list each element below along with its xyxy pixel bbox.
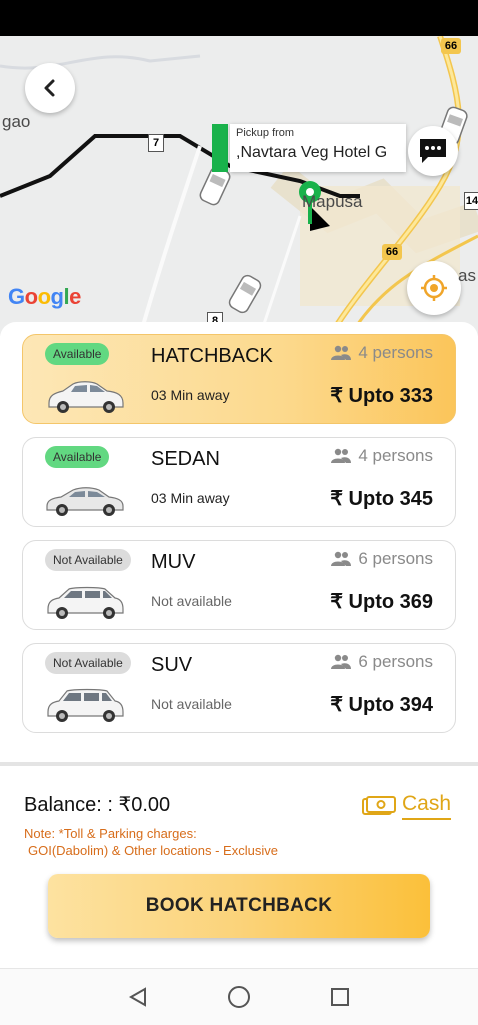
pickup-location-label[interactable]: Pickup from ,Navtara Veg Hotel G bbox=[230, 124, 406, 172]
people-icon bbox=[331, 551, 352, 566]
pickup-address: ,Navtara Veg Hotel G bbox=[236, 144, 388, 161]
price-label: ₹ Upto 369 bbox=[330, 591, 433, 613]
status-badge: Available bbox=[45, 343, 110, 365]
pickup-pin-flag bbox=[212, 124, 228, 172]
price-label: ₹ Upto 345 bbox=[330, 488, 433, 510]
car-option-muv[interactable]: Not Available MUV 6 persons Not availabl… bbox=[22, 540, 456, 630]
note-line-2: GOI(Dabolim) & Other locations - Exclusi… bbox=[28, 843, 278, 858]
back-arrow-icon bbox=[44, 79, 55, 97]
road-shield-7: 7 bbox=[148, 134, 164, 152]
persons-capacity: 6 persons bbox=[330, 549, 433, 569]
nav-recents-button[interactable] bbox=[326, 983, 354, 1011]
persons-label: 6 persons bbox=[358, 549, 433, 568]
eta-label: Not available bbox=[151, 696, 232, 712]
payment-method-cash[interactable]: Cash bbox=[362, 792, 452, 820]
nav-back-button[interactable] bbox=[124, 983, 152, 1011]
triangle-back-icon bbox=[128, 987, 146, 1007]
road-shield-66-top: 66 bbox=[441, 38, 461, 54]
map-place-right: as bbox=[458, 266, 476, 285]
square-recents-icon bbox=[331, 988, 349, 1006]
people-icon bbox=[331, 345, 352, 360]
car-type-name: HATCHBACK bbox=[151, 345, 273, 367]
note-line-1: Note: *Toll & Parking charges: bbox=[24, 826, 197, 841]
eta-label: 03 Min away bbox=[151, 490, 230, 506]
price-label: ₹ Upto 333 bbox=[330, 385, 433, 407]
my-location-icon bbox=[421, 275, 447, 301]
car-option-hatchback[interactable]: Available HATCHBACK 4 persons 03 Min awa… bbox=[22, 334, 456, 424]
persons-capacity: 4 persons bbox=[330, 446, 433, 466]
chat-button[interactable] bbox=[408, 126, 458, 176]
people-icon bbox=[331, 448, 352, 463]
status-bar bbox=[0, 0, 478, 36]
cash-icon bbox=[362, 796, 396, 815]
eta-label: 03 Min away bbox=[151, 387, 230, 403]
status-badge: Not Available bbox=[45, 652, 131, 674]
cash-label: Cash bbox=[402, 792, 452, 820]
my-location-button[interactable] bbox=[407, 261, 461, 315]
persons-label: 6 persons bbox=[358, 652, 433, 671]
road-shield-66-mid: 66 bbox=[382, 244, 402, 260]
persons-label: 4 persons bbox=[358, 446, 433, 465]
car-type-name: SEDAN bbox=[151, 448, 220, 470]
charges-note: Note: *Toll & Parking charges: GOI(Dabol… bbox=[24, 825, 278, 859]
suv-car-icon bbox=[47, 688, 124, 722]
status-badge: Not Available bbox=[45, 549, 131, 571]
system-nav-bar bbox=[0, 968, 478, 1025]
map-place-left: gao bbox=[2, 112, 31, 131]
pickup-title: Pickup from bbox=[236, 127, 295, 139]
persons-capacity: 4 persons bbox=[330, 343, 433, 363]
car-type-name: SUV bbox=[151, 654, 193, 676]
google-logo: Google bbox=[8, 284, 81, 309]
chat-icon bbox=[420, 139, 446, 163]
car-type-name: MUV bbox=[151, 551, 196, 573]
section-divider bbox=[0, 762, 478, 766]
book-button[interactable]: BOOK HATCHBACK bbox=[48, 874, 430, 938]
hatchback-car-icon bbox=[48, 381, 124, 413]
persons-label: 4 persons bbox=[358, 343, 433, 362]
road-shield-14: 14 bbox=[464, 192, 478, 210]
circle-home-icon bbox=[228, 986, 250, 1008]
nav-home-button[interactable] bbox=[225, 983, 253, 1011]
wallet-balance: Balance: : ₹0.00 bbox=[24, 794, 171, 816]
people-icon bbox=[331, 654, 352, 669]
car-option-suv[interactable]: Not Available SUV 6 persons Not availabl… bbox=[22, 643, 456, 733]
back-button[interactable] bbox=[25, 63, 75, 113]
sedan-car-icon bbox=[46, 487, 124, 516]
price-label: ₹ Upto 394 bbox=[330, 694, 433, 716]
map-view[interactable]: Pickup from ,Navtara Veg Hotel G gao Map… bbox=[0, 36, 478, 336]
map-place-center: Mapusa bbox=[302, 192, 363, 211]
car-option-sedan[interactable]: Available SEDAN 4 persons 03 Min away ₹ … bbox=[22, 437, 456, 527]
status-badge: Available bbox=[45, 446, 110, 468]
persons-capacity: 6 persons bbox=[330, 652, 433, 672]
muv-car-icon bbox=[47, 586, 124, 619]
eta-label: Not available bbox=[151, 593, 232, 609]
